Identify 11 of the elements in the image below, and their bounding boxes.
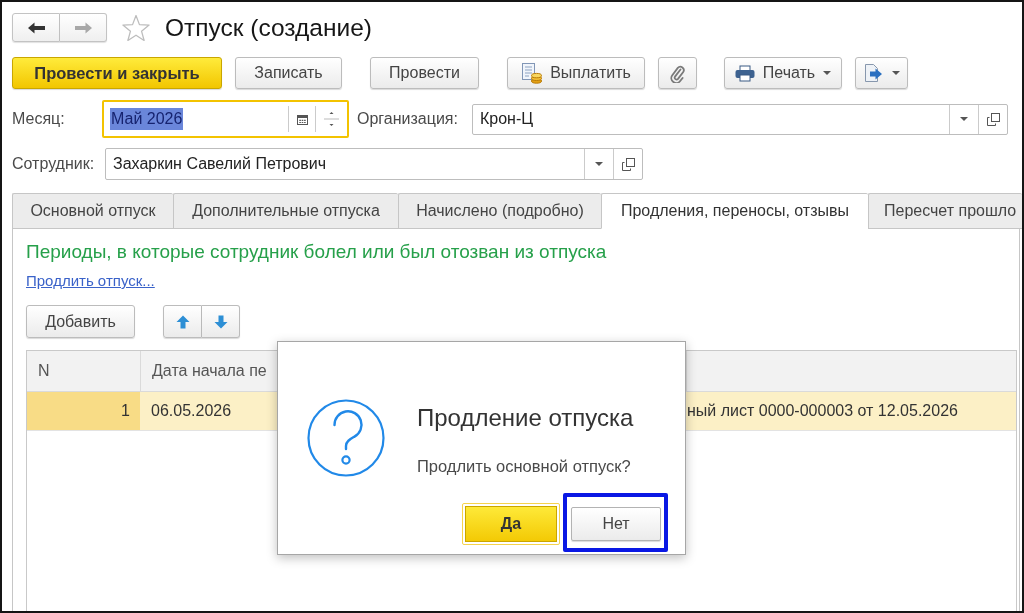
dialog-title: Продление отпуска <box>417 404 634 432</box>
section-heading: Периоды, в которые сотрудник болел или был отозван из отпуска <box>26 241 607 263</box>
field-label: Месяц: <box>12 110 66 128</box>
table-cell-text: 06.05.2026 <box>150 401 233 421</box>
table-cell-text: ный лист 0000-000003 от 12.05.2026 <box>686 401 959 421</box>
field-label: Сотрудник: <box>12 155 96 173</box>
column-header: N <box>37 361 51 381</box>
table-cell: 1 <box>27 392 140 430</box>
dialog-message: Продлить основной отпуск? <box>417 456 632 476</box>
window-title: Отпуск (создание) <box>165 13 372 42</box>
field-label: Организация: <box>357 110 459 128</box>
